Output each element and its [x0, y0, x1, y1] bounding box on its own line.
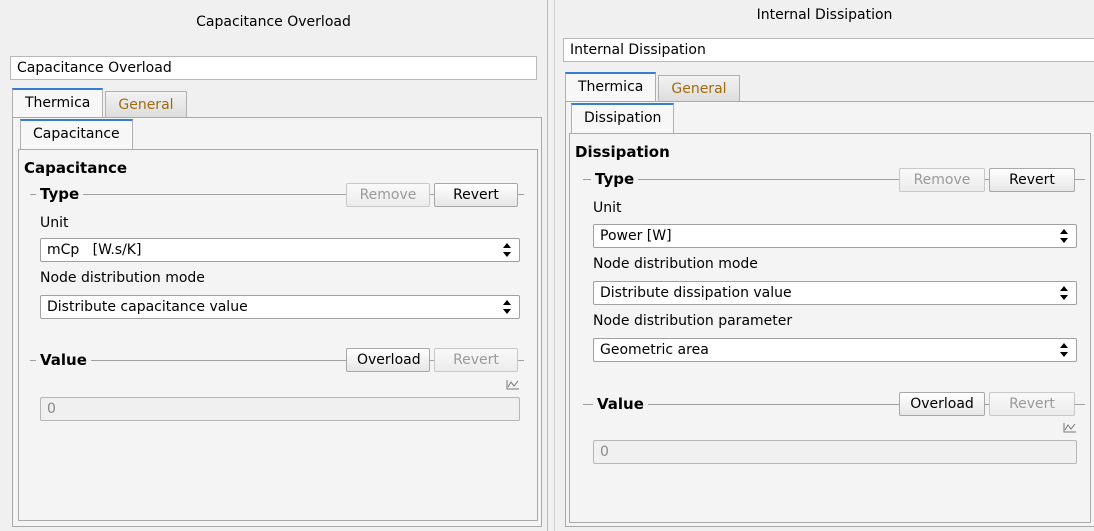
name-field[interactable]	[10, 56, 537, 80]
mode-select-value: Distribute dissipation value	[600, 285, 792, 301]
sub-tabs: Dissipation	[571, 103, 675, 133]
panel-title: Capacitance Overload	[196, 14, 351, 30]
value-group-label: Value	[593, 395, 648, 413]
value-group-label: Value	[36, 351, 91, 369]
updown-arrows-icon	[503, 300, 511, 314]
unit-select[interactable]: Power [W]	[593, 224, 1077, 248]
revert-button[interactable]: Revert	[989, 168, 1075, 192]
unit-label: Unit	[593, 200, 622, 216]
param-select-value: Geometric area	[600, 342, 709, 358]
tab-capacitance[interactable]: Capacitance	[20, 119, 133, 149]
panel-title: Internal Dissipation	[756, 7, 893, 23]
sub-tabs: Capacitance	[20, 119, 133, 149]
left-panel: Capacitance Overload Thermica General Ca…	[0, 0, 548, 531]
tab-thermica[interactable]: Thermica	[565, 72, 657, 102]
unit-select-value: Power [W]	[600, 228, 672, 244]
tab-thermica[interactable]: Thermica	[12, 88, 104, 118]
type-group-label: Type	[36, 185, 84, 203]
value-revert-button[interactable]: Revert	[989, 392, 1075, 416]
mode-label: Node distribution mode	[40, 270, 205, 286]
updown-arrows-icon	[1060, 229, 1068, 243]
overload-button[interactable]: Overload	[346, 348, 430, 372]
param-select[interactable]: Geometric area	[593, 338, 1077, 362]
updown-arrows-icon	[1060, 343, 1068, 357]
updown-arrows-icon	[503, 243, 511, 257]
unit-select-value: mCp [W.s/K]	[47, 242, 142, 258]
graph-icon[interactable]	[506, 378, 520, 390]
value-revert-button[interactable]: Revert	[434, 348, 518, 372]
mode-select[interactable]: Distribute dissipation value	[593, 281, 1077, 305]
param-label: Node distribution parameter	[593, 313, 793, 329]
type-group-label: Type	[591, 170, 639, 188]
section-title: Capacitance	[24, 159, 128, 177]
right-panel: Internal Dissipation Thermica General Di…	[554, 0, 1094, 531]
value-field[interactable]: 0	[40, 397, 520, 421]
mode-label: Node distribution mode	[593, 256, 758, 272]
tab-general[interactable]: General	[658, 75, 740, 102]
graph-icon[interactable]	[1063, 421, 1077, 433]
remove-button[interactable]: Remove	[899, 168, 985, 192]
updown-arrows-icon	[1060, 286, 1068, 300]
main-tabs: Thermica General	[565, 72, 740, 102]
tab-dissipation[interactable]: Dissipation	[571, 103, 675, 133]
section-title: Dissipation	[575, 143, 670, 161]
main-tabs: Thermica General	[12, 88, 187, 118]
remove-button[interactable]: Remove	[346, 183, 430, 207]
mode-select-value: Distribute capacitance value	[47, 299, 248, 315]
mode-select[interactable]: Distribute capacitance value	[40, 295, 520, 319]
unit-select[interactable]: mCp [W.s/K]	[40, 238, 520, 262]
value-field[interactable]: 0	[593, 440, 1077, 464]
tab-general[interactable]: General	[105, 91, 187, 118]
revert-button[interactable]: Revert	[434, 183, 518, 207]
unit-label: Unit	[40, 215, 69, 231]
overload-button[interactable]: Overload	[899, 392, 985, 416]
name-field[interactable]	[563, 38, 1094, 62]
